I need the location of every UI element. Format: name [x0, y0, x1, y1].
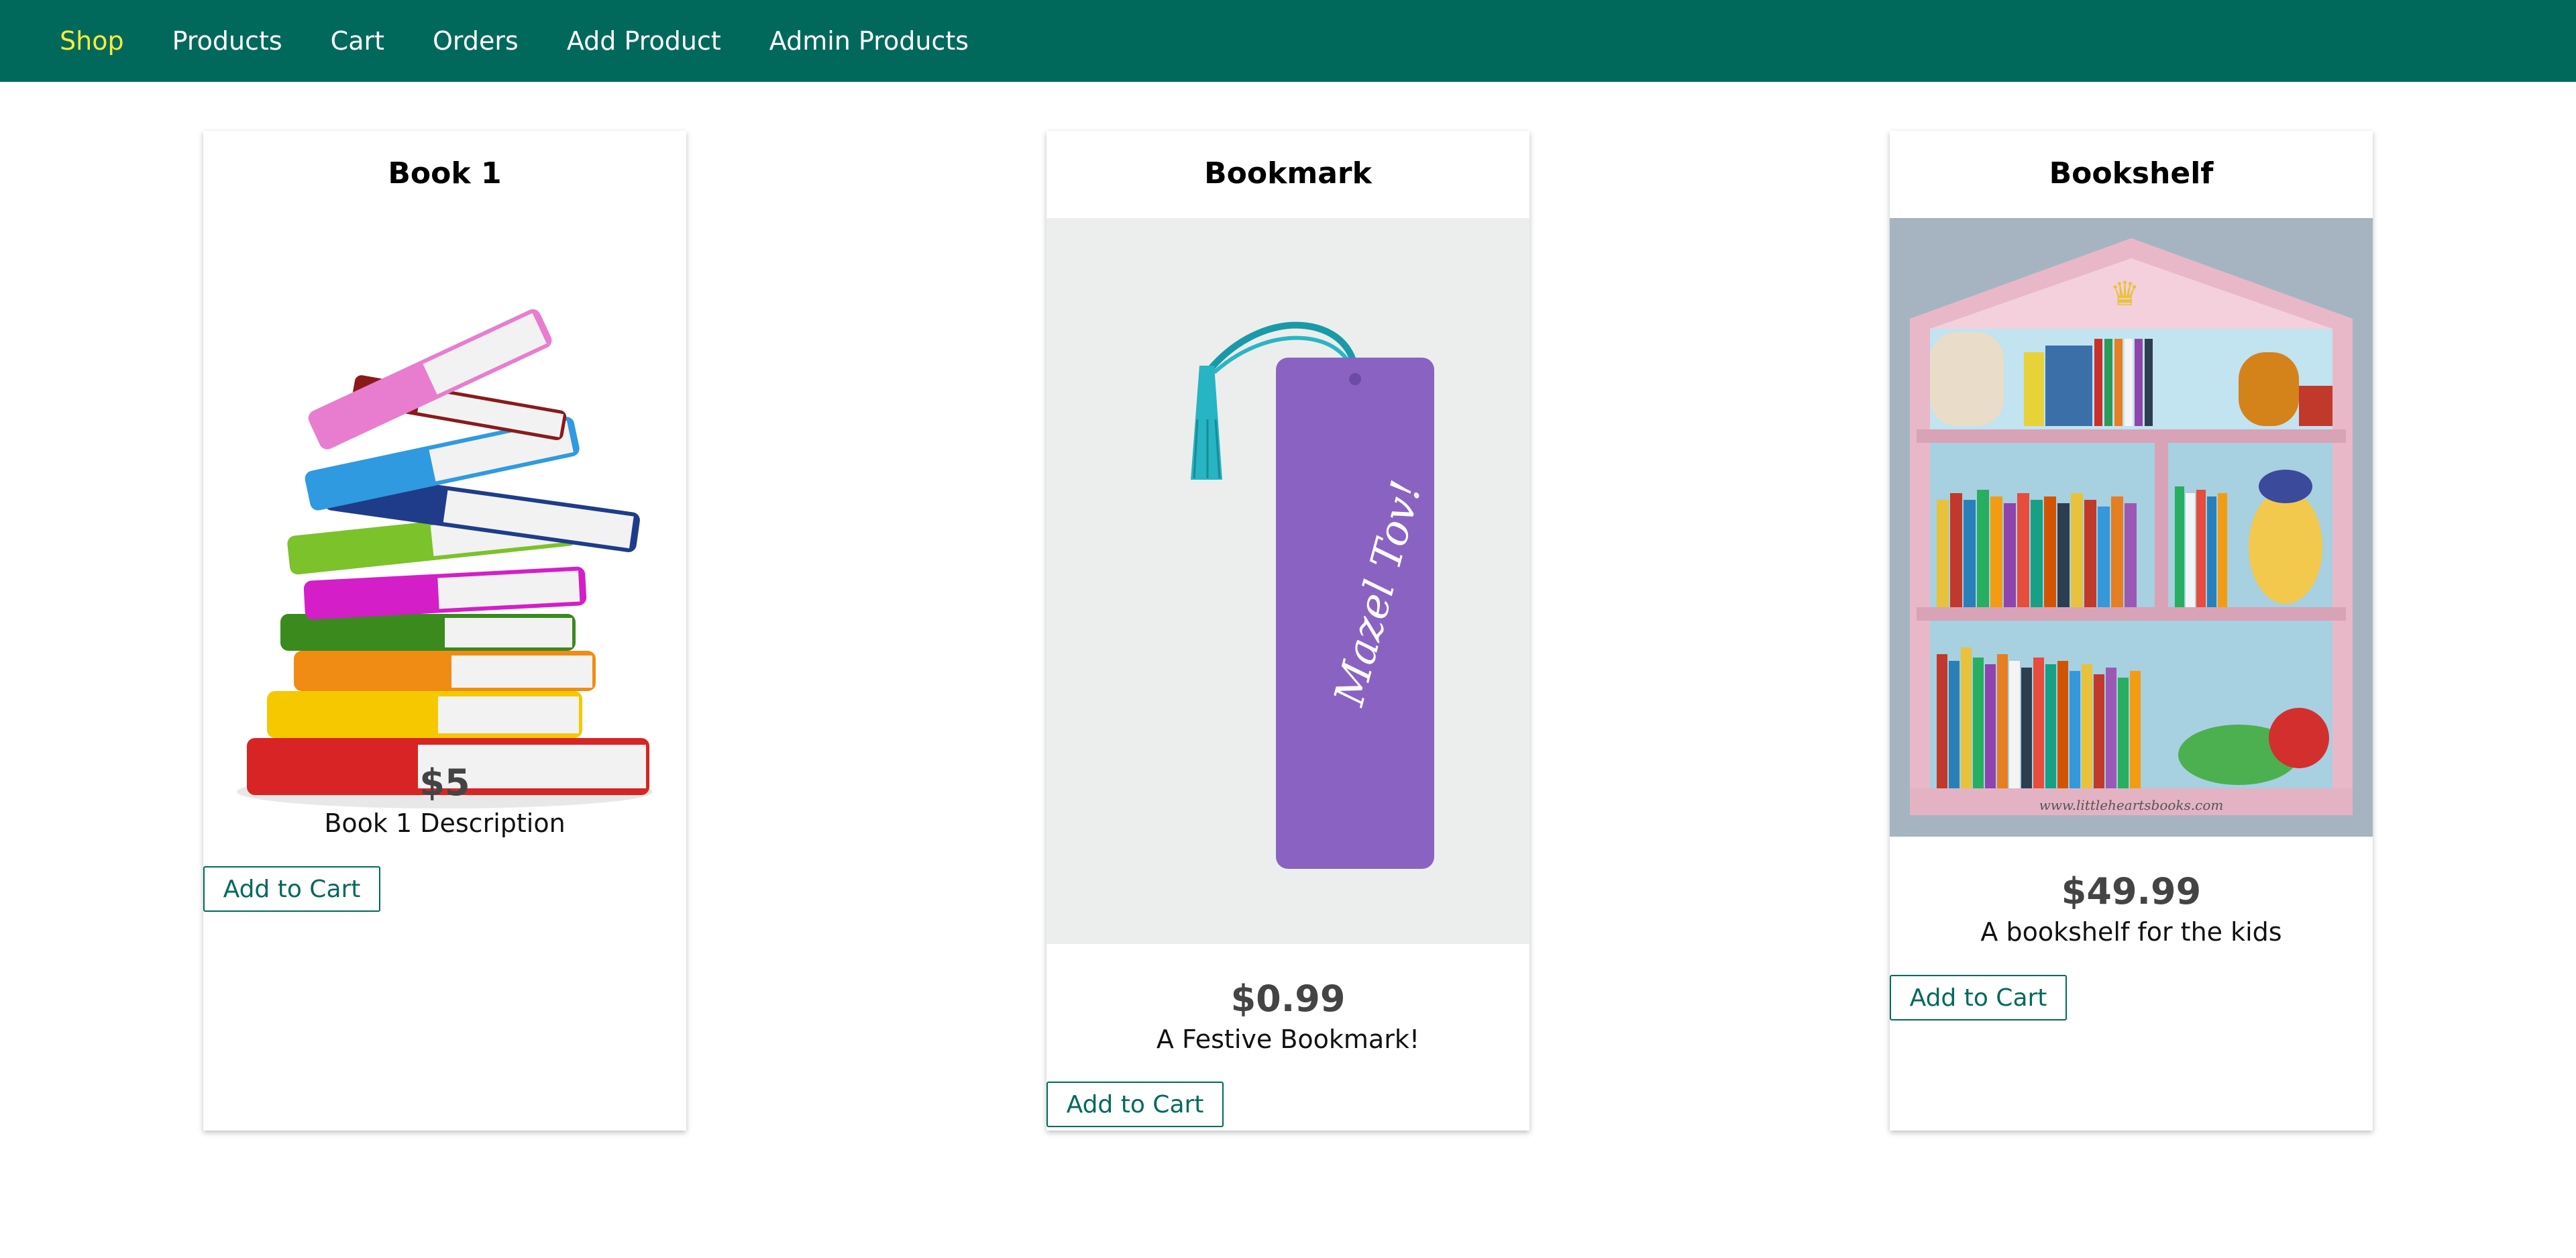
product-price: $5 [419, 762, 470, 804]
product-title: Bookshelf [2049, 156, 2214, 191]
add-to-cart-button[interactable]: Add to Cart [1890, 975, 2067, 1020]
product-card-book-1: Book 1 $5 Book 1 Description Add to Cart [203, 131, 686, 1131]
product-description: A Festive Bookmark! [1156, 1025, 1420, 1054]
add-to-cart-button[interactable]: Add to Cart [1046, 1082, 1224, 1127]
product-title: Book 1 [388, 156, 502, 191]
add-to-cart-button[interactable]: Add to Cart [203, 866, 380, 912]
svg-text:♛: ♛ [2110, 274, 2140, 313]
product-image-books [203, 218, 686, 842]
product-card-bookmark: Bookmark Mazel Tov! $0.99 A Festive Book… [1046, 131, 1529, 1131]
nav-admin-products[interactable]: Admin Products [769, 26, 969, 56]
product-image-bookshelf: ♛ www.littleheartsbooks.com [1890, 218, 2373, 837]
stack-of-books-icon [203, 218, 686, 842]
product-title: Bookmark [1204, 156, 1372, 191]
product-description: Book 1 Description [324, 808, 566, 838]
main-nav: Shop Products Cart Orders Add Product Ad… [60, 0, 1017, 82]
nav-shop[interactable]: Shop [60, 26, 124, 56]
product-image-bookmark: Mazel Tov! [1046, 218, 1529, 944]
nav-products[interactable]: Products [172, 26, 282, 56]
product-price: $0.99 [1230, 978, 1346, 1020]
product-card-bookshelf: Bookshelf ♛ www.littleheartsbooks.com $4… [1890, 131, 2373, 1131]
bookshelf-image-text: www.littleheartsbooks.com [2039, 797, 2224, 813]
product-price: $49.99 [2061, 870, 2202, 912]
nav-cart[interactable]: Cart [331, 26, 384, 56]
product-description: A bookshelf for the kids [1980, 917, 2282, 947]
nav-orders[interactable]: Orders [433, 26, 519, 56]
nav-add-product[interactable]: Add Product [567, 26, 721, 56]
main-header: Shop Products Cart Orders Add Product Ad… [0, 0, 2576, 82]
bookshelf-icon: ♛ www.littleheartsbooks.com [1890, 218, 2373, 837]
bookmark-icon: Mazel Tov! [1046, 218, 1529, 944]
